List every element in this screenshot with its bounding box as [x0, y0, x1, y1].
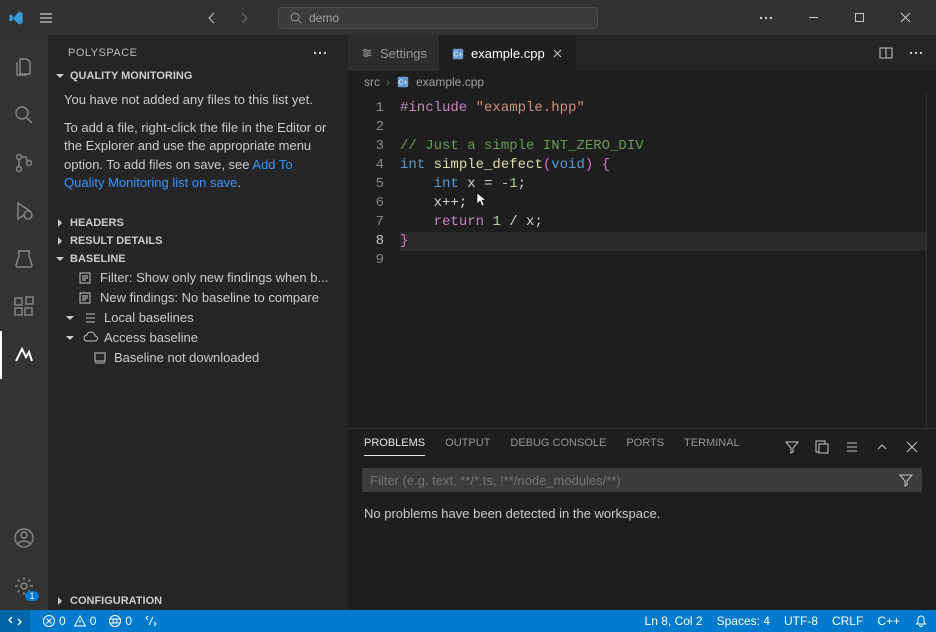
activity-accounts[interactable] [0, 514, 48, 562]
section-baseline[interactable]: BASELINE [48, 250, 348, 268]
activity-testing[interactable] [0, 235, 48, 283]
quality-monitoring-body: You have not added any files to this lis… [48, 85, 348, 214]
status-eol[interactable]: CRLF [832, 614, 863, 628]
split-editor-icon[interactable] [878, 45, 894, 61]
tab-example-cpp[interactable]: C+ example.cpp [439, 35, 576, 71]
panel-maximize-icon[interactable] [874, 439, 890, 455]
minimap[interactable] [926, 93, 936, 428]
filter-funnel-icon[interactable] [898, 472, 914, 488]
sidebar-title: POLYSPACE [68, 47, 138, 59]
panel-tab-debug-console[interactable]: DEBUG CONSOLE [510, 437, 606, 456]
editor-tabs: Settings C+ example.cpp [348, 35, 936, 71]
panel-tab-ports[interactable]: PORTS [626, 437, 664, 456]
code-editor[interactable]: 123456789 #include "example.hpp" // Just… [348, 93, 936, 428]
status-build[interactable] [144, 614, 158, 628]
nav-back-icon[interactable] [204, 10, 220, 26]
maximize-window-button[interactable] [836, 0, 882, 35]
breadcrumb[interactable]: src › C+ example.cpp [348, 71, 936, 93]
menu-icon[interactable] [38, 10, 54, 26]
status-language-mode[interactable]: C++ [877, 614, 900, 628]
panel-tab-problems[interactable]: PROBLEMS [364, 437, 425, 456]
sidebar: POLYSPACE QUALITY MONITORING You have no… [48, 35, 348, 610]
problems-filter-box[interactable] [362, 468, 922, 492]
status-indentation[interactable]: Spaces: 4 [717, 614, 770, 628]
status-notifications-icon[interactable] [914, 614, 928, 628]
svg-text:C+: C+ [453, 51, 462, 58]
vscode-icon [8, 10, 24, 26]
panel-tab-terminal[interactable]: TERMINAL [684, 437, 740, 456]
tab-close-icon[interactable] [551, 47, 564, 60]
code-content[interactable]: #include "example.hpp" // Just a simple … [400, 93, 926, 428]
mouse-cursor-icon [476, 192, 488, 208]
problems-empty-message: No problems have been detected in the wo… [348, 496, 936, 531]
filter-item-icon [78, 270, 94, 286]
status-encoding[interactable]: UTF-8 [784, 614, 818, 628]
baseline-not-downloaded-item[interactable]: Baseline not downloaded [48, 348, 348, 368]
section-quality-monitoring[interactable]: QUALITY MONITORING [48, 67, 348, 85]
panel-tab-output[interactable]: OUTPUT [445, 437, 490, 456]
activity-bar: 1 [0, 35, 48, 610]
tab-settings[interactable]: Settings [348, 35, 439, 71]
editor-area: Settings C+ example.cpp src › C+ example… [348, 35, 936, 610]
section-result-details[interactable]: RESULT DETAILS [48, 232, 348, 250]
activity-source-control[interactable] [0, 139, 48, 187]
status-ports[interactable]: 0 [108, 614, 132, 628]
line-numbers: 123456789 [348, 93, 400, 428]
title-bar: demo [0, 0, 936, 35]
section-configuration[interactable]: CONFIGURATION [48, 592, 348, 610]
ellipsis-icon[interactable] [748, 10, 784, 26]
nav-forward-icon[interactable] [236, 10, 252, 26]
problems-filter-input[interactable] [370, 473, 898, 488]
status-cursor-position[interactable]: Ln 8, Col 2 [645, 614, 703, 628]
panel-view-as-list-icon[interactable] [844, 439, 860, 455]
bottom-panel: PROBLEMS OUTPUT DEBUG CONSOLE PORTS TERM… [348, 428, 936, 610]
status-bar: 0 0 0 Ln 8, Col 2 Spaces: 4 UTF-8 CRLF C… [0, 610, 936, 632]
baseline-filter-item[interactable]: Filter: Show only new findings when b... [48, 268, 348, 288]
search-text: demo [309, 11, 339, 25]
activity-search[interactable] [0, 91, 48, 139]
list-icon [82, 310, 98, 326]
panel-collapse-tree-icon[interactable] [814, 439, 830, 455]
status-errors-warnings[interactable]: 0 0 [42, 614, 96, 628]
activity-manage[interactable]: 1 [0, 562, 48, 610]
download-status-icon [92, 350, 108, 366]
minimize-window-button[interactable] [790, 0, 836, 35]
sidebar-ellipsis-icon[interactable] [312, 45, 328, 61]
baseline-access-group[interactable]: Access baseline [48, 328, 348, 348]
activity-extensions[interactable] [0, 283, 48, 331]
new-findings-icon [78, 290, 94, 306]
manage-badge: 1 [25, 591, 39, 601]
baseline-new-findings-item[interactable]: New findings: No baseline to compare [48, 288, 348, 308]
editor-ellipsis-icon[interactable] [908, 45, 924, 61]
close-window-button[interactable] [882, 0, 928, 35]
panel-filter-icon[interactable] [784, 439, 800, 455]
activity-explorer[interactable] [0, 43, 48, 91]
svg-text:C+: C+ [398, 80, 407, 87]
activity-run-debug[interactable] [0, 187, 48, 235]
activity-polyspace[interactable] [0, 331, 48, 379]
status-remote[interactable] [0, 610, 30, 632]
section-headers[interactable]: HEADERS [48, 214, 348, 232]
cloud-icon [82, 330, 98, 346]
command-center-search[interactable]: demo [278, 7, 598, 29]
panel-close-icon[interactable] [904, 439, 920, 455]
baseline-local-group[interactable]: Local baselines [48, 308, 348, 328]
